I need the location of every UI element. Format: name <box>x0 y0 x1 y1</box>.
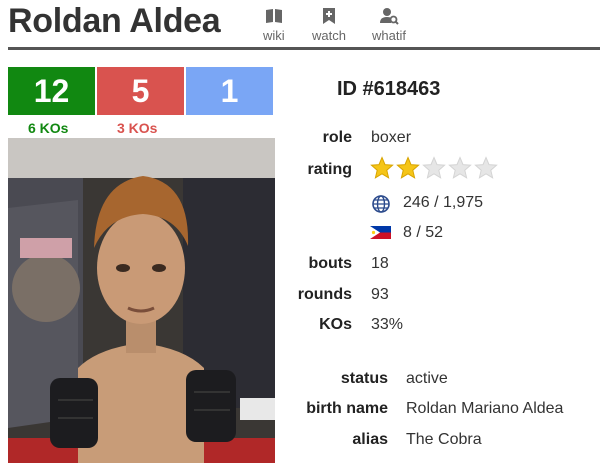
star-empty-icon <box>422 156 446 179</box>
watch-link[interactable]: watch <box>312 6 346 43</box>
role-label: role <box>322 129 352 146</box>
kos-label: KOs <box>319 316 352 333</box>
globe-icon <box>372 195 390 213</box>
alias-value: The Cobra <box>406 431 482 448</box>
rounds-label: rounds <box>297 286 352 303</box>
boxer-photo <box>8 138 275 463</box>
star-empty-icon <box>474 156 498 179</box>
whatif-link-label: whatif <box>372 28 406 43</box>
wins-box: 12 <box>8 67 95 115</box>
kos-value: 33% <box>371 316 404 333</box>
wiki-link[interactable]: wiki <box>263 6 285 43</box>
whatif-link[interactable]: whatif <box>372 6 406 43</box>
country-rank: 8 / 52 <box>403 224 444 241</box>
status-label: status <box>340 370 388 387</box>
bouts-value: 18 <box>371 255 389 272</box>
alias-label: alias <box>352 431 388 448</box>
user-search-icon <box>379 8 399 25</box>
star-empty-icon <box>448 156 472 179</box>
bouts-label: bouts <box>308 255 352 272</box>
role-value: boxer <box>371 129 412 146</box>
watch-link-label: watch <box>312 28 346 43</box>
boxer-name: Roldan Aldea <box>8 2 221 40</box>
rounds-value: 93 <box>371 286 389 303</box>
status-value: active <box>406 370 448 387</box>
star-filled-icon <box>370 156 394 179</box>
birth-name-label: birth name <box>306 400 388 417</box>
win-kos: 6 KOs <box>28 120 69 136</box>
header-divider <box>8 47 600 50</box>
loss-kos: 3 KOs <box>117 120 158 136</box>
losses-box: 5 <box>97 67 184 115</box>
wiki-link-label: wiki <box>263 28 285 43</box>
star-filled-icon <box>396 156 420 179</box>
birth-name-value: Roldan Mariano Aldea <box>406 400 564 417</box>
philippines-flag-icon <box>370 226 391 239</box>
draws-box: 1 <box>186 67 273 115</box>
book-icon <box>265 9 282 23</box>
bookmark-icon <box>322 8 335 24</box>
world-rank: 246 / 1,975 <box>403 194 484 211</box>
rating-label: rating <box>307 161 352 178</box>
boxer-id: ID #618463 <box>337 78 441 100</box>
